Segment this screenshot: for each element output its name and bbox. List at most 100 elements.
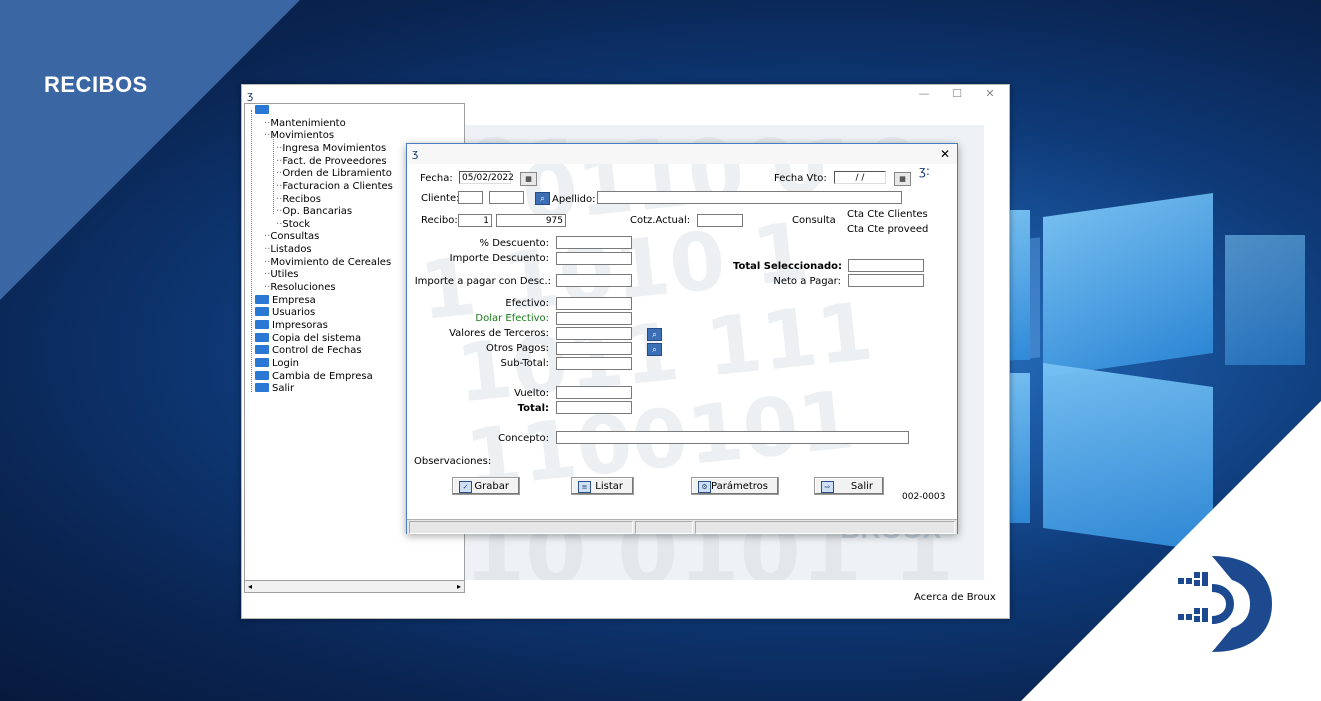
total-seleccionado-input[interactable] bbox=[848, 259, 924, 272]
dolar-efectivo-input[interactable] bbox=[556, 312, 632, 325]
bottom-right-corner bbox=[1021, 401, 1321, 701]
tree-item[interactable]: ··Movimientos bbox=[264, 130, 334, 142]
status-bar bbox=[407, 519, 957, 534]
efectivo-label: Efectivo: bbox=[505, 298, 549, 309]
efectivo-input[interactable] bbox=[556, 297, 632, 310]
cliente-search-icon[interactable]: ⌕ bbox=[535, 192, 550, 205]
apellido-input[interactable] bbox=[597, 191, 902, 204]
otros-pagos-input[interactable] bbox=[556, 342, 632, 355]
tree-item[interactable]: ··Facturacion a Clientes bbox=[276, 181, 393, 193]
tree-item[interactable]: ··Op. Bancarias bbox=[276, 206, 352, 218]
fecha-vto-input[interactable]: / / bbox=[834, 171, 886, 184]
tree-item[interactable]: Copia del sistema bbox=[255, 332, 361, 345]
valores-terceros-search-icon[interactable]: ⌕ bbox=[647, 328, 662, 341]
tree-item[interactable]: ··Mantenimiento bbox=[264, 118, 346, 130]
tree-item[interactable]: ··Ingresa Movimientos bbox=[276, 143, 386, 155]
tree-item[interactable]: ··Orden de Libramiento bbox=[276, 168, 392, 180]
cliente-number-input[interactable] bbox=[489, 191, 524, 204]
fecha-label: Fecha: bbox=[420, 173, 453, 184]
tree-line bbox=[251, 110, 252, 392]
cotz-actual-input[interactable] bbox=[697, 214, 743, 227]
tree-item[interactable]: Login bbox=[255, 357, 299, 370]
total-seleccionado-label: Total Seleccionado: bbox=[732, 261, 842, 272]
tree-item[interactable]: ··Stock bbox=[276, 219, 310, 231]
concepto-input[interactable] bbox=[556, 431, 909, 444]
about-link[interactable]: Acerca de Broux bbox=[914, 592, 996, 603]
tree-item[interactable]: ··Movimiento de Cereales bbox=[264, 257, 391, 269]
concepto-label: Concepto: bbox=[498, 433, 549, 444]
app-icon: ʒ bbox=[247, 89, 254, 102]
tree-item[interactable]: ··Consultas bbox=[264, 231, 319, 243]
tree-item[interactable]: Salir bbox=[255, 383, 294, 395]
tree-item[interactable]: ··Utiles bbox=[264, 269, 299, 281]
tree-item-label: Usuarios bbox=[272, 307, 316, 319]
neto-pagar-label: Neto a Pagar: bbox=[773, 276, 841, 287]
tree-item[interactable]: Usuarios bbox=[255, 307, 315, 319]
total-label: Total: bbox=[517, 403, 549, 414]
parametros-button[interactable]: ⚙ Parámetros bbox=[691, 477, 779, 495]
fecha-input[interactable]: 05/02/2022 bbox=[459, 171, 514, 184]
broux-small-logo-icon: ʒ: bbox=[919, 164, 930, 178]
importe-descuento-label: Importe Descuento: bbox=[449, 253, 549, 264]
tree-item[interactable]: Empresa bbox=[255, 294, 316, 307]
otros-pagos-search-icon[interactable]: ⌕ bbox=[647, 343, 662, 356]
listar-button[interactable]: ≡ Listar bbox=[571, 477, 634, 495]
tree-item[interactable]: ··Resoluciones bbox=[264, 282, 336, 294]
tree-item[interactable]: ··Recibos bbox=[276, 194, 321, 206]
consulta-label: Consulta bbox=[792, 215, 836, 226]
recibo-numero-input[interactable]: 975 bbox=[496, 214, 566, 227]
tree-item-label: Utiles bbox=[270, 269, 299, 281]
neto-pagar-input[interactable] bbox=[848, 274, 924, 287]
dialog-body: 0110 01 1010 1 1011 111 1100101 Fecha: 0… bbox=[407, 164, 957, 519]
folder-icon bbox=[255, 105, 269, 114]
minimize-button[interactable]: — bbox=[912, 87, 936, 100]
tree-item-label: Cambia de Empresa bbox=[272, 370, 373, 382]
list-icon: ≡ bbox=[578, 481, 591, 493]
tree-item[interactable]: Impresoras bbox=[255, 320, 328, 332]
sub-total-input[interactable] bbox=[556, 357, 632, 370]
cliente-label: Cliente: bbox=[421, 193, 460, 204]
grabar-button[interactable]: ✓ Grabar bbox=[452, 477, 520, 495]
apellido-label: Apellido: bbox=[552, 194, 596, 205]
tree-item[interactable]: Control de Fechas bbox=[255, 345, 362, 357]
valores-terceros-input[interactable] bbox=[556, 327, 632, 340]
tree-item-label: Facturacion a Clientes bbox=[282, 180, 393, 192]
maximize-button[interactable]: ☐ bbox=[945, 87, 969, 100]
tree-item-label: Empresa bbox=[272, 294, 316, 306]
vuelto-label: Vuelto: bbox=[514, 388, 549, 399]
dolar-efectivo-label: Dolar Efectivo: bbox=[475, 313, 549, 324]
scroll-right-icon[interactable]: ▸ bbox=[454, 581, 464, 592]
salir-button[interactable]: ⇨ Salir bbox=[814, 477, 884, 495]
folder-icon bbox=[255, 320, 269, 329]
grabar-button-label: Grabar bbox=[474, 481, 509, 492]
total-input[interactable] bbox=[556, 401, 632, 414]
tree-root[interactable] bbox=[255, 105, 272, 117]
cta-cte-proveed-link[interactable]: Cta Cte proveed bbox=[847, 224, 928, 235]
importe-pagar-input[interactable] bbox=[556, 274, 632, 287]
observaciones-label: Observaciones: bbox=[414, 456, 492, 467]
importe-descuento-input[interactable] bbox=[556, 252, 632, 265]
broux-logo-icon bbox=[1178, 556, 1272, 652]
tree-item-label: Mantenimiento bbox=[270, 117, 346, 129]
tree-item-label: Control de Fechas bbox=[272, 345, 362, 357]
scroll-left-icon[interactable]: ◂ bbox=[245, 581, 255, 592]
cliente-code-input[interactable] bbox=[458, 191, 483, 204]
fecha-vto-calendar-icon[interactable]: ▦ bbox=[894, 172, 911, 186]
status-segment bbox=[695, 521, 955, 534]
tree-item[interactable]: ··Listados bbox=[264, 244, 312, 256]
tree-item[interactable]: ··Fact. de Proveedores bbox=[276, 156, 387, 168]
folder-icon bbox=[255, 357, 269, 367]
dialog-close-button[interactable]: ✕ bbox=[940, 147, 950, 161]
fecha-calendar-icon[interactable]: ▦ bbox=[520, 172, 537, 186]
tree-horizontal-scrollbar[interactable]: ◂ ▸ bbox=[244, 580, 465, 593]
cotz-actual-label: Cotz.Actual: bbox=[630, 215, 691, 226]
tree-item[interactable]: Cambia de Empresa bbox=[255, 370, 373, 383]
close-button[interactable]: ✕ bbox=[978, 87, 1002, 100]
save-check-icon: ✓ bbox=[459, 481, 472, 493]
cta-cte-clientes-link[interactable]: Cta Cte Clientes bbox=[847, 209, 928, 220]
valores-terceros-label: Valores de Terceros: bbox=[449, 328, 549, 339]
vuelto-input[interactable] bbox=[556, 386, 632, 399]
recibo-serie-input[interactable]: 1 bbox=[458, 214, 492, 227]
pct-descuento-input[interactable] bbox=[556, 236, 632, 249]
tree-item-label: Resoluciones bbox=[270, 282, 336, 294]
